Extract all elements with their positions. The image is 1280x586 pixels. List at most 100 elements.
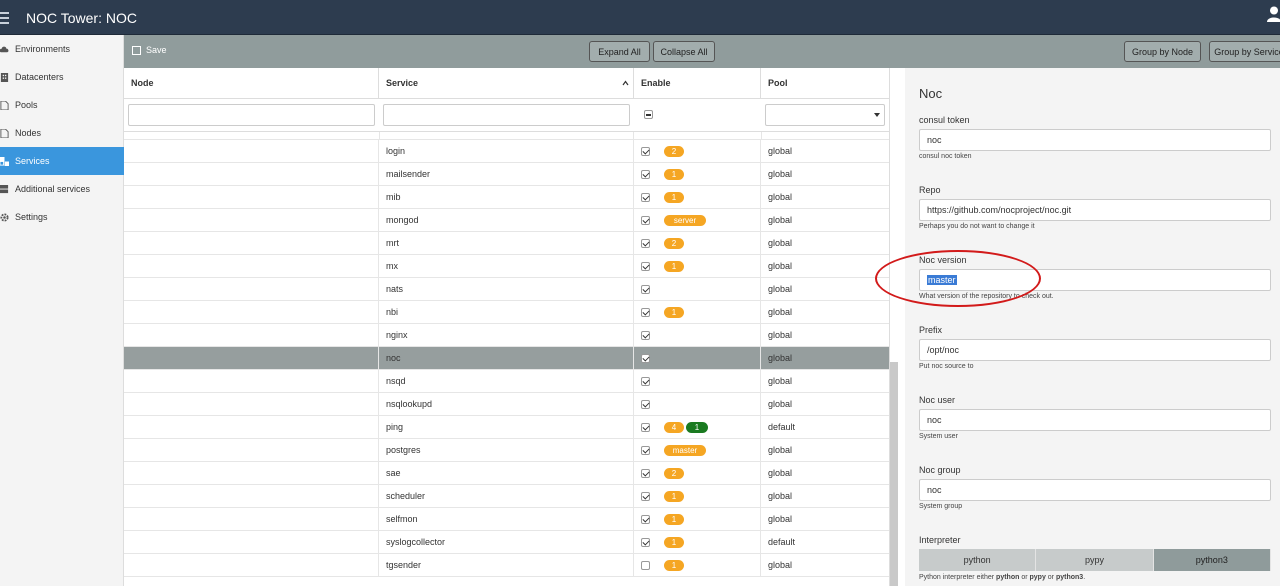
enable-checkbox[interactable] [641, 147, 650, 156]
table-row[interactable]: scheduler 1 global [124, 485, 889, 508]
node-cell [124, 531, 379, 554]
sidebar-item-nodes[interactable]: Nodes [0, 119, 124, 147]
sidebar-item-additional-services[interactable]: Additional services [0, 175, 124, 203]
service-cell: selfmon [379, 508, 634, 531]
table-row[interactable]: sae 2 global [124, 462, 889, 485]
pool-filter-select[interactable] [765, 104, 885, 126]
enable-cell: 41 [634, 416, 761, 439]
noc-group-input[interactable]: noc [919, 479, 1271, 501]
enable-checkbox[interactable] [641, 262, 650, 271]
sort-ascending-icon[interactable] [622, 80, 629, 86]
table-row[interactable]: mx 1 global [124, 255, 889, 278]
group-by-node-button[interactable]: Group by Node [1124, 41, 1201, 62]
node-filter-input[interactable] [128, 104, 375, 126]
pool-cell: default [768, 537, 796, 547]
table-row[interactable]: selfmon 1 global [124, 508, 889, 531]
enable-checkbox[interactable] [641, 377, 650, 386]
service-filter-input[interactable] [383, 104, 630, 126]
count-badge: 1 [664, 491, 684, 502]
repo-input[interactable]: https://github.com/nocproject/noc.git [919, 199, 1271, 221]
pool-cell: global [768, 376, 793, 386]
table-row[interactable]: nsqd global [124, 370, 889, 393]
interpreter-option-pypy[interactable]: pypy [1036, 549, 1154, 571]
consul-token-input[interactable]: noc [919, 129, 1271, 151]
interpreter-selector: python pypy python3 [919, 549, 1271, 571]
enable-checkbox[interactable] [641, 308, 650, 317]
pool-cell: global [768, 261, 793, 271]
service-cell: nginx [379, 324, 634, 347]
table-row[interactable]: mrt 2 global [124, 232, 889, 255]
column-header-enable[interactable]: Enable [634, 68, 761, 99]
sidebar-item-services[interactable]: Services [0, 147, 124, 175]
table-row[interactable]: tgsender 1 global [124, 554, 889, 577]
enable-checkbox[interactable] [641, 285, 650, 294]
toolbar: Save Expand All Collapse All Group by No… [124, 35, 1280, 68]
table-row[interactable]: syslogcollector 1 default [124, 531, 889, 554]
sidebar-item-pools[interactable]: Pools [0, 91, 124, 119]
table-row[interactable]: login 2 global [124, 140, 889, 163]
sidebar-item-environments[interactable]: Environments [0, 35, 124, 63]
table-row[interactable]: mailsender 1 global [124, 163, 889, 186]
column-header-node[interactable]: Node [124, 68, 379, 99]
table-row[interactable]: nats global [124, 278, 889, 301]
node-cell [124, 554, 379, 577]
enable-cell: 1 [634, 531, 761, 554]
help-text: python [996, 574, 1020, 581]
node-cell [124, 370, 379, 393]
table-row[interactable]: mib 1 global [124, 186, 889, 209]
enable-checkbox[interactable] [641, 170, 650, 179]
interpreter-option-python[interactable]: python [919, 549, 1037, 571]
group-by-service-button[interactable]: Group by Service [1209, 41, 1280, 62]
enable-checkbox[interactable] [641, 216, 650, 225]
pool-cell: global [768, 445, 793, 455]
prefix-input[interactable]: /opt/noc [919, 339, 1271, 361]
service-cell: mrt [379, 232, 634, 255]
column-header-pool[interactable]: Pool [761, 68, 889, 99]
save-button[interactable]: Save [132, 45, 167, 55]
menu-icon[interactable] [0, 9, 10, 25]
save-icon [132, 45, 141, 55]
enable-checkbox[interactable] [641, 400, 650, 409]
enable-checkbox[interactable] [641, 561, 650, 570]
sidebar-item-label: Nodes [15, 128, 42, 138]
table-row[interactable]: nginx global [124, 324, 889, 347]
table-row[interactable]: mongod server global [124, 209, 889, 232]
service-cell: sae [379, 462, 634, 485]
enable-checkbox[interactable] [641, 515, 650, 524]
table-row[interactable]: postgres master global [124, 439, 889, 462]
collapse-all-button[interactable]: Collapse All [653, 41, 715, 62]
enable-checkbox[interactable] [641, 331, 650, 340]
enable-checkbox[interactable] [641, 492, 650, 501]
enable-cell: master [634, 439, 761, 462]
noc-user-input[interactable]: noc [919, 409, 1271, 431]
enable-checkbox[interactable] [641, 538, 650, 547]
enable-checkbox[interactable] [641, 239, 650, 248]
field-label: Interpreter [919, 535, 961, 545]
count-badge: 4 [664, 422, 684, 433]
count-badge: 1 [664, 514, 684, 525]
table-row[interactable]: noc global [124, 347, 889, 370]
service-cell: syslogcollector [379, 531, 634, 554]
enable-checkbox[interactable] [641, 354, 650, 363]
enable-checkbox[interactable] [641, 446, 650, 455]
node-cell [124, 255, 379, 278]
expand-all-button[interactable]: Expand All [589, 41, 650, 62]
enable-checkbox[interactable] [641, 469, 650, 478]
sidebar-item-datacenters[interactable]: Datacenters [0, 63, 124, 91]
enable-checkbox[interactable] [641, 193, 650, 202]
vertical-scrollbar[interactable] [890, 362, 898, 586]
service-cell: nbi [379, 301, 634, 324]
column-header-service[interactable]: Service [379, 68, 634, 99]
enable-checkbox[interactable] [641, 423, 650, 432]
service-cell: nats [379, 278, 634, 301]
service-cell: nsqlookupd [379, 393, 634, 416]
table-row[interactable]: nsqlookupd global [124, 393, 889, 416]
user-icon[interactable] [1267, 6, 1280, 22]
service-cell: tgsender [379, 554, 634, 577]
table-row[interactable]: nbi 1 global [124, 301, 889, 324]
pool-cell: global [768, 192, 793, 202]
enable-filter-checkbox[interactable] [644, 110, 653, 119]
interpreter-option-python3[interactable]: python3 [1153, 549, 1271, 571]
sidebar-item-settings[interactable]: Settings [0, 203, 124, 231]
table-row[interactable]: ping 4 1 default [124, 416, 889, 439]
